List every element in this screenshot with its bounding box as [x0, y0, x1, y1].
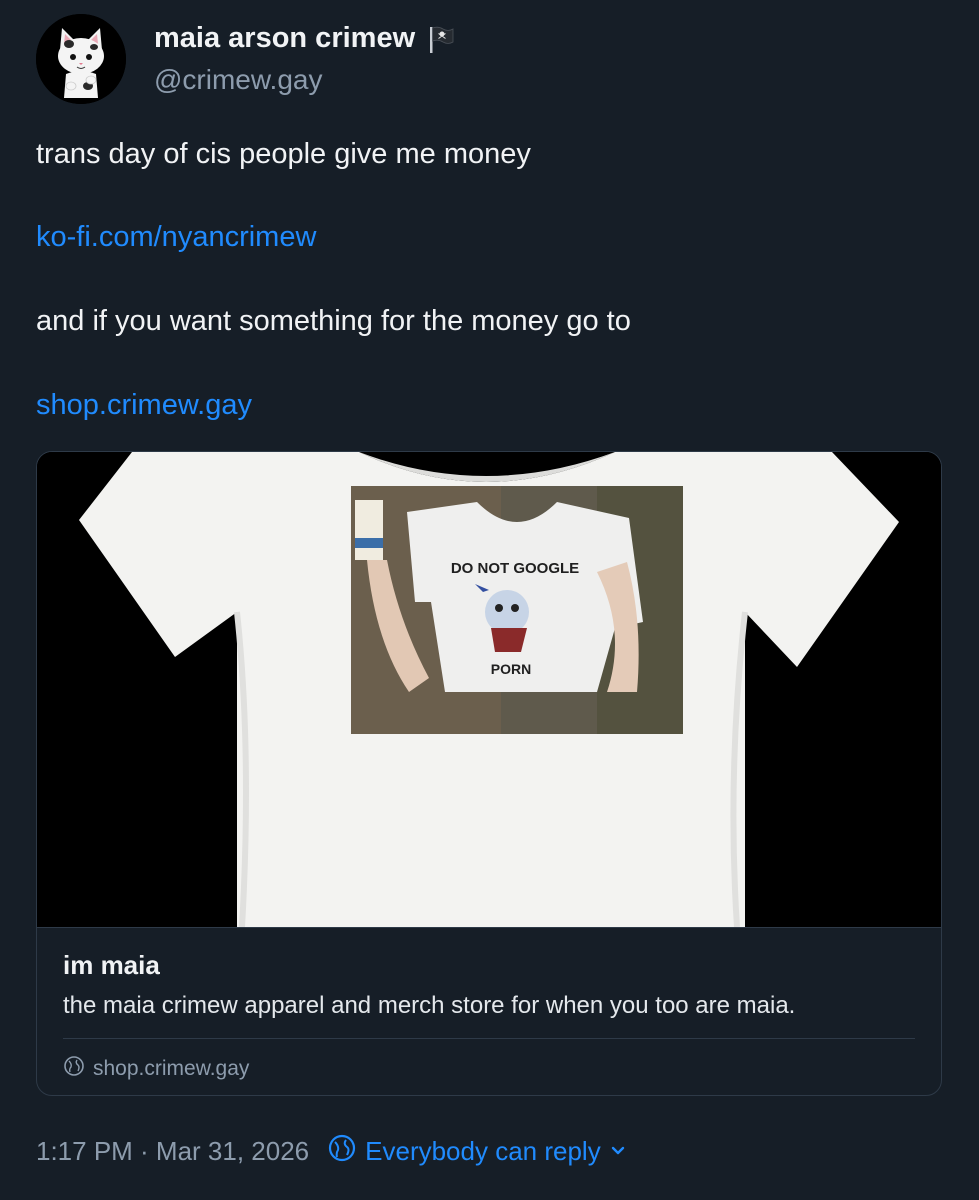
post-text-line-1: trans day of cis people give me money [36, 138, 531, 170]
globe-reply-icon [327, 1133, 357, 1170]
preview-divider [63, 1038, 915, 1039]
preview-meta: im maia the maia crimew apparel and merc… [37, 927, 941, 1080]
post-timestamp[interactable]: 1:17 PM · Mar 31, 2026 [36, 1136, 309, 1167]
globe-icon [63, 1055, 85, 1083]
author-display-name[interactable]: maia arson crimew [154, 22, 457, 55]
post-text-line-2: and if you want something for the money … [36, 305, 631, 337]
preview-domain: shop.crimew.gay [63, 1055, 249, 1083]
author-handle[interactable]: @crimew.gay [154, 64, 322, 96]
avatar[interactable] [36, 14, 126, 104]
printed-photo: DO NOT GOOGLE PORN [351, 486, 683, 734]
printed-text-bottom: PORN [491, 661, 531, 677]
display-name-text: maia arson crimew [154, 22, 416, 54]
reply-setting-label: Everybody can reply [365, 1136, 601, 1166]
preview-image: DO NOT GOOGLE PORN [37, 452, 941, 927]
preview-description: the maia crimew apparel and merch store … [63, 992, 796, 1019]
pirate-flag-icon [425, 23, 457, 55]
post: maia arson crimew @crimew.gay trans day … [0, 0, 979, 1200]
reply-setting-button[interactable]: Everybody can reply [327, 1133, 627, 1170]
chevron-down-icon [609, 1136, 627, 1167]
shop-link[interactable]: shop.crimew.gay [36, 389, 252, 422]
link-preview-card[interactable]: DO NOT GOOGLE PORN im maia the maia crim… [36, 451, 942, 1096]
tshirt-image: DO NOT GOOGLE PORN [37, 452, 941, 927]
avatar-cat-image [36, 14, 126, 104]
printed-text-top: DO NOT GOOGLE [451, 560, 579, 577]
post-footer: 1:17 PM · Mar 31, 2026 Everybody can rep… [36, 1133, 627, 1170]
kofi-link[interactable]: ko-fi.com/nyancrimew [36, 221, 316, 254]
preview-domain-text: shop.crimew.gay [93, 1057, 250, 1080]
preview-title: im maia [63, 950, 160, 980]
